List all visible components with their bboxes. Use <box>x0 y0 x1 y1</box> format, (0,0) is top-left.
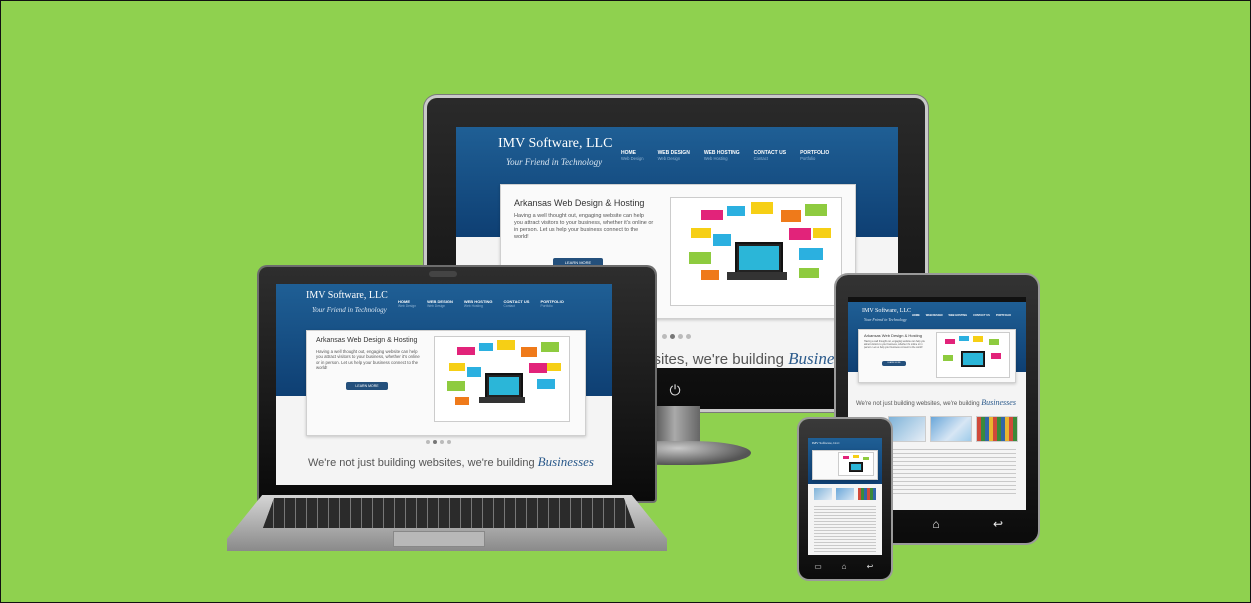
nav-home[interactable]: HOME Web Design <box>398 299 416 308</box>
laptop-screen: IMV Software, LLC Your Friend in Technol… <box>276 284 612 485</box>
hero-title: Arkansas Web Design & Hosting <box>514 198 645 208</box>
carousel-dots[interactable] <box>426 440 451 444</box>
feature-image-people <box>976 416 1018 442</box>
nav-home[interactable]: HOME Web Design <box>621 150 644 161</box>
site-tagline: Your Friend in Technology <box>864 317 907 322</box>
feature-image-hosting <box>814 488 832 500</box>
feature-text <box>814 504 876 552</box>
hero-title: Arkansas Web Design & Hosting <box>864 333 922 338</box>
hero-title: Arkansas Web Design & Hosting <box>316 337 418 344</box>
responsive-devices-illustration: IMV Software, LLC Your Friend in Technol… <box>0 0 1251 603</box>
hero-image <box>838 452 874 476</box>
hero-image <box>936 332 1010 378</box>
power-icon[interactable]: ⏻ <box>667 382 683 398</box>
site-brand: IMV Software, LLC <box>812 441 840 445</box>
carousel-dots[interactable] <box>662 334 691 339</box>
learn-more-button[interactable]: LEARN MORE <box>346 382 388 390</box>
hero-body: Having a well thought out, engaging webs… <box>514 213 654 240</box>
site-nav: HOME Web Design WEB DESIGN Web Design WEB … <box>621 150 829 161</box>
laptop-camera <box>429 271 457 277</box>
menu-icon[interactable]: ▭ <box>813 562 823 571</box>
slogan: We're not just building websites, we're … <box>856 398 1016 407</box>
nav-web-hosting[interactable]: WEB HOSTING Web Hosting <box>464 299 493 308</box>
site-nav: HOME Web Design WEB DESIGN Web Design WEB … <box>398 299 564 308</box>
feature-image-network <box>930 416 972 442</box>
nav-home[interactable]: HOME <box>912 314 920 317</box>
nav-portfolio[interactable]: PORTFOLIO Portfolio <box>800 150 829 161</box>
nav-portfolio[interactable]: PORTFOLIO <box>996 314 1011 317</box>
laptop-touchpad <box>393 531 485 547</box>
nav-web-design[interactable]: WEB DESIGN Web Design <box>658 150 690 161</box>
feature-image-people <box>858 488 876 500</box>
hero-image <box>434 336 570 422</box>
nav-web-design[interactable]: WEB DESIGN Web Design <box>427 299 453 308</box>
home-icon[interactable]: ⌂ <box>839 562 849 571</box>
nav-contact[interactable]: CONTACT US Contact <box>754 150 786 161</box>
feature-image-network <box>836 488 854 500</box>
back-icon[interactable]: ↩ <box>865 562 875 571</box>
nav-web-hosting[interactable]: WEB HOSTING Web Hosting <box>704 150 740 161</box>
phone-screen: IMV Software, LLC <box>808 438 882 555</box>
feature-text <box>888 446 1016 496</box>
site-brand: IMV Software, LLC <box>306 290 388 301</box>
slogan: websites, we're building Businesses <box>626 349 862 368</box>
site-brand: IMV Software, LLC <box>498 136 613 151</box>
home-icon[interactable]: ⌂ <box>929 517 943 531</box>
nav-contact[interactable]: CONTACT US <box>973 314 990 317</box>
nav-portfolio[interactable]: PORTFOLIO Portfolio <box>540 299 563 308</box>
nav-contact[interactable]: CONTACT US Contact <box>504 299 530 308</box>
site-tagline: Your Friend in Technology <box>506 157 603 167</box>
site-brand: IMV Software, LLC <box>862 308 912 314</box>
hero-body: Having a well thought out, engaging webs… <box>316 349 420 371</box>
learn-more-button[interactable]: LEARN MORE <box>882 361 906 366</box>
slogan: We're not just building websites, we're … <box>308 454 594 469</box>
nav-web-design[interactable]: WEB DESIGN <box>926 314 943 317</box>
site-tagline: Your Friend in Technology <box>312 306 387 314</box>
hero-body: Having a well thought out, engaging webs… <box>864 340 926 349</box>
site-nav: HOME WEB DESIGN WEB HOSTING CONTACT US P… <box>912 314 1011 317</box>
hero-image <box>670 197 842 306</box>
laptop-keyboard <box>263 498 635 528</box>
back-icon[interactable]: ↩ <box>991 517 1005 531</box>
feature-image-hosting <box>888 416 926 442</box>
nav-web-hosting[interactable]: WEB HOSTING <box>949 314 968 317</box>
